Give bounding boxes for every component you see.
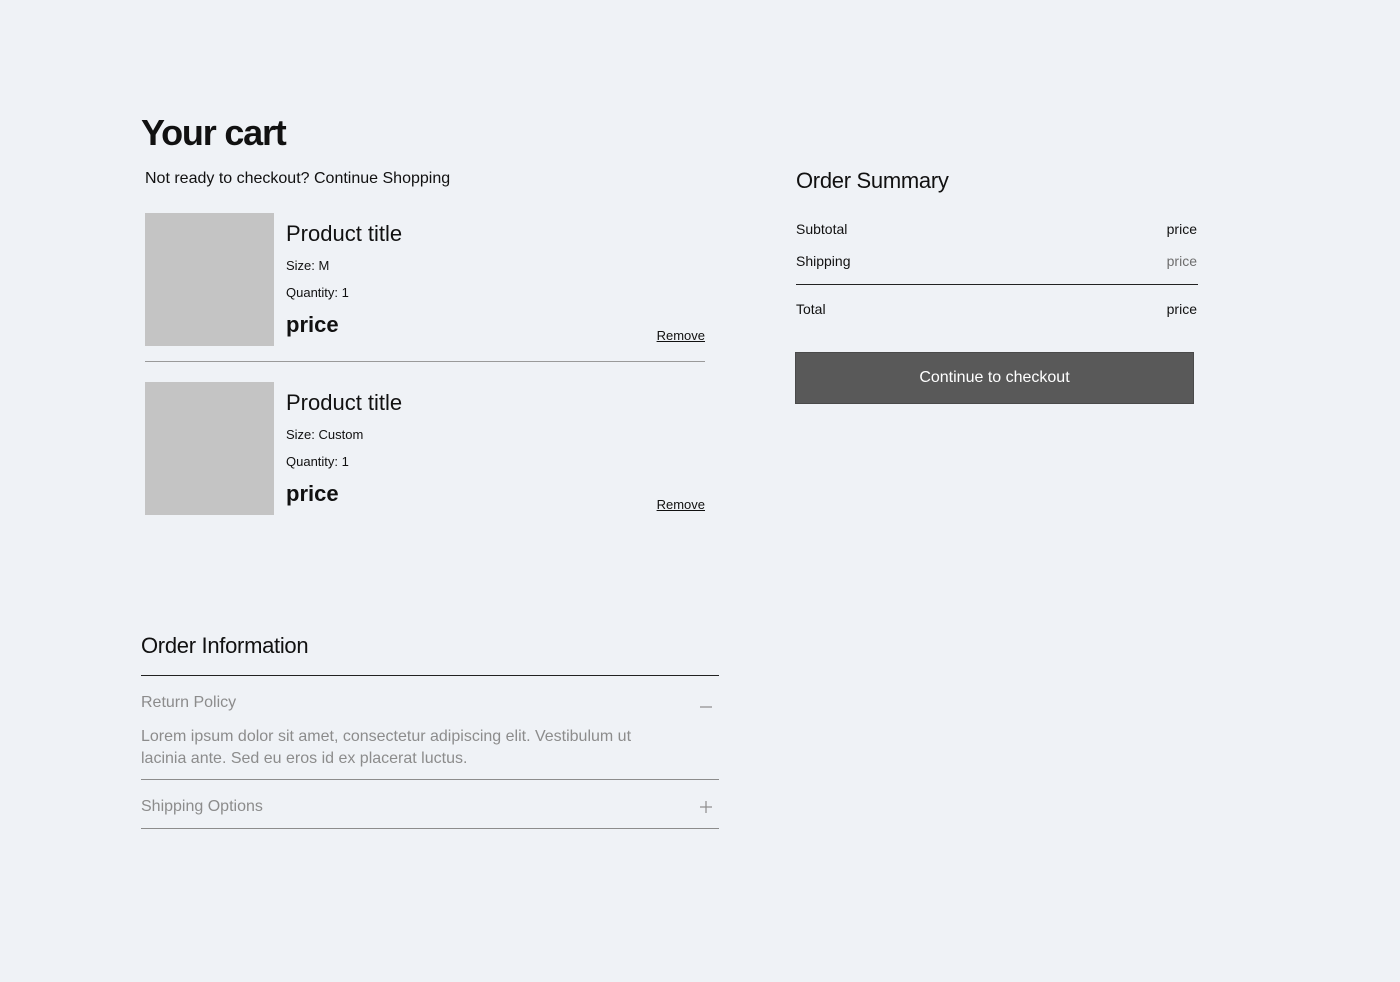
product-quantity: Quantity: 1 — [286, 454, 349, 469]
product-size: Size: M — [286, 258, 330, 273]
accordion-shipping-options[interactable]: Shipping Options — [141, 798, 719, 816]
shipping-label: Shipping — [796, 253, 851, 269]
accordion-return-policy[interactable]: Return Policy — [141, 694, 719, 712]
subtotal-row: Subtotal price — [796, 221, 1197, 237]
accordion-divider — [141, 828, 719, 829]
order-information-divider — [141, 675, 719, 676]
subtotal-label: Subtotal — [796, 221, 848, 237]
item-divider — [145, 361, 705, 362]
continue-to-checkout-button[interactable]: Continue to checkout — [795, 352, 1194, 404]
total-label: Total — [796, 301, 826, 317]
product-price: price — [286, 312, 339, 337]
remove-item-button[interactable]: Remove — [657, 497, 705, 512]
subtotal-value: price — [1166, 221, 1197, 237]
product-image — [145, 382, 274, 515]
accordion-label: Shipping Options — [141, 798, 263, 815]
page-title: Your cart — [141, 112, 287, 153]
total-value: price — [1166, 301, 1197, 317]
shipping-value: price — [1166, 253, 1197, 269]
total-row: Total price — [796, 301, 1197, 317]
plus-icon[interactable] — [699, 798, 713, 818]
order-summary-title: Order Summary — [796, 168, 949, 193]
cart-item: Product title Size: M Quantity: 1 price … — [145, 213, 705, 347]
continue-shopping-link[interactable]: Continue Shopping — [314, 170, 450, 187]
order-information-title: Order Information — [141, 633, 309, 658]
continue-prefix: Not ready to checkout? — [145, 170, 310, 187]
accordion-divider — [141, 779, 719, 780]
product-image — [145, 213, 274, 346]
summary-divider — [796, 284, 1198, 285]
cart-item: Product title Size: Custom Quantity: 1 p… — [145, 382, 705, 516]
remove-item-button[interactable]: Remove — [657, 328, 705, 343]
accordion-label: Return Policy — [141, 694, 237, 711]
product-size: Size: Custom — [286, 427, 364, 442]
product-quantity: Quantity: 1 — [286, 285, 349, 300]
product-title: Product title — [286, 390, 403, 415]
continue-shopping-line: Not ready to checkout? Continue Shopping — [145, 170, 450, 188]
product-price: price — [286, 481, 339, 506]
cart-page: Your cart Not ready to checkout? Continu… — [0, 0, 1400, 982]
shipping-row: Shipping price — [796, 253, 1197, 269]
product-title: Product title — [286, 221, 403, 246]
return-policy-text: Lorem ipsum dolor sit amet, consectetur … — [141, 728, 632, 767]
minus-icon[interactable] — [699, 694, 713, 714]
